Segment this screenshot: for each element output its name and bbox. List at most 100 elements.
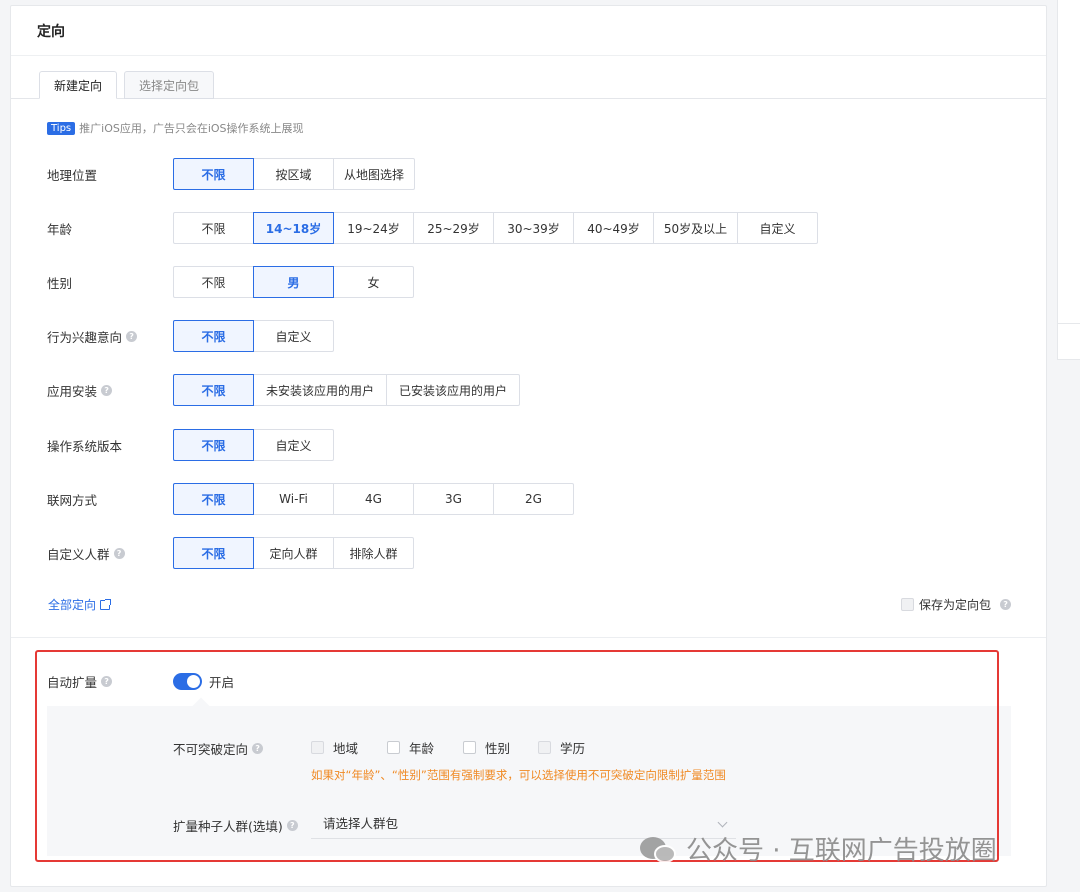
help-icon[interactable]: ? — [101, 676, 113, 687]
help-icon[interactable]: ? — [113, 547, 125, 559]
app-install-option-unlimited[interactable]: 不限 — [173, 374, 254, 406]
save-package-label: 保存为定向包 — [919, 598, 992, 612]
network-option-3g[interactable]: 3G — [413, 483, 494, 515]
geo-segment: 不限 按区域 从地图选择 — [173, 158, 415, 190]
option-label: 地域 — [333, 741, 359, 756]
wechat-icon — [640, 833, 678, 865]
tips-text: 推广iOS应用，广告只会在iOS操作系统上展现 — [79, 122, 304, 135]
checkbox[interactable] — [463, 741, 476, 754]
interest-label: 行为兴趣意向 — [47, 329, 123, 345]
auto-expand-toggle[interactable] — [173, 673, 202, 690]
app-install-option-not-installed[interactable]: 未安装该应用的用户 — [253, 374, 387, 406]
gender-option-female[interactable]: 女 — [333, 266, 414, 298]
option-label: 学历 — [560, 741, 586, 756]
save-as-package[interactable]: 保存为定向包 ? — [901, 596, 1012, 613]
row-label: 操作系统版本 — [47, 438, 123, 454]
panel-notch — [192, 697, 210, 715]
row-label: 自动扩量? — [47, 672, 173, 691]
tab-bar: 新建定向 选择定向包 — [39, 71, 215, 99]
custom-audience-option-target[interactable]: 定向人群 — [253, 537, 334, 569]
gender-option-unlimited[interactable]: 不限 — [173, 266, 254, 298]
row-label: 自定义人群? — [47, 544, 173, 563]
custom-audience-option-unlimited[interactable]: 不限 — [173, 537, 254, 569]
interest-option-unlimited[interactable]: 不限 — [173, 320, 254, 352]
help-icon[interactable]: ? — [286, 820, 298, 831]
os-version-segment: 不限 自定义 — [173, 429, 334, 461]
all-targeting-label: 全部定向 — [48, 598, 97, 612]
unbreakable-option-education[interactable]: 学历 — [538, 738, 585, 757]
watermark-text: 公众号 · 互联网广告投放圈 — [686, 836, 997, 866]
help-icon[interactable]: ? — [126, 330, 138, 342]
row-app-install: 应用安装? 不限 未安装该应用的用户 已安装该应用的用户 — [47, 374, 520, 406]
save-package-checkbox[interactable] — [901, 598, 914, 611]
row-gender: 性别 不限 男 女 — [47, 266, 414, 298]
network-option-4g[interactable]: 4G — [333, 483, 414, 515]
right-side-panel — [1057, 0, 1080, 360]
app-install-option-installed[interactable]: 已安装该应用的用户 — [386, 374, 520, 406]
help-icon[interactable]: ? — [1000, 599, 1012, 610]
os-version-option-unlimited[interactable]: 不限 — [173, 429, 254, 461]
network-option-unlimited[interactable]: 不限 — [173, 483, 254, 515]
custom-audience-segment: 不限 定向人群 排除人群 — [173, 537, 414, 569]
card-header: 定向 — [11, 6, 1046, 56]
unbreakable-option-region[interactable]: 地域 — [311, 738, 358, 757]
external-link-icon — [100, 598, 112, 610]
row-geo: 地理位置 不限 按区域 从地图选择 — [47, 158, 415, 190]
row-label: 联网方式 — [47, 492, 98, 508]
age-option-25-29[interactable]: 25~29岁 — [413, 212, 494, 244]
network-segment: 不限 Wi-Fi 4G 3G 2G — [173, 483, 574, 515]
tab-select-package[interactable]: 选择定向包 — [124, 71, 215, 99]
age-option-30-39[interactable]: 30~39岁 — [493, 212, 574, 244]
age-option-custom[interactable]: 自定义 — [737, 212, 818, 244]
age-segment: 不限 14~18岁 19~24岁 25~29岁 30~39岁 40~49岁 50… — [173, 212, 818, 244]
row-label: 性别 — [47, 275, 73, 291]
interest-option-custom[interactable]: 自定义 — [253, 320, 334, 352]
row-label: 行为兴趣意向? — [47, 327, 173, 346]
tab-new-targeting[interactable]: 新建定向 — [39, 71, 118, 99]
targeting-card: 定向 新建定向 选择定向包 Tips 推广iOS应用，广告只会在iOS操作系统上… — [10, 5, 1047, 887]
option-label: 性别 — [485, 741, 511, 756]
help-icon[interactable]: ? — [101, 384, 113, 396]
option-label: 年龄 — [409, 741, 435, 756]
unbreakable-label: 不可突破定向 — [173, 742, 249, 757]
geo-option-map[interactable]: 从地图选择 — [333, 158, 415, 190]
checkbox[interactable] — [311, 741, 324, 754]
help-icon[interactable]: ? — [252, 743, 264, 754]
row-network: 联网方式 不限 Wi-Fi 4G 3G 2G — [47, 483, 574, 515]
seed-label: 扩量种子人群(选填) — [173, 819, 283, 834]
unbreakable-warning: 如果对“年龄”、“性别”范围有强制要求，可以选择使用不可突破定向限制扩量范围 — [311, 768, 726, 782]
os-version-option-custom[interactable]: 自定义 — [253, 429, 334, 461]
interest-segment: 不限 自定义 — [173, 320, 334, 352]
row-label: 地理位置 — [47, 167, 98, 183]
right-panel-divider — [1058, 323, 1080, 324]
checkbox[interactable] — [538, 741, 551, 754]
age-option-unlimited[interactable]: 不限 — [173, 212, 254, 244]
geo-option-unlimited[interactable]: 不限 — [173, 158, 254, 190]
row-custom-audience: 自定义人群? 不限 定向人群 排除人群 — [47, 537, 414, 569]
seed-select-value: 请选择人群包 — [323, 816, 399, 831]
gender-option-male[interactable]: 男 — [253, 266, 334, 298]
row-age: 年龄 不限 14~18岁 19~24岁 25~29岁 30~39岁 40~49岁… — [47, 212, 818, 244]
unbreakable-label-wrap: 不可突破定向 ? — [173, 739, 264, 758]
custom-audience-option-exclude[interactable]: 排除人群 — [333, 537, 414, 569]
auto-expand-label: 自动扩量 — [47, 675, 98, 690]
seed-label-wrap: 扩量种子人群(选填) ? — [173, 816, 298, 835]
unbreakable-option-gender[interactable]: 性别 — [463, 738, 510, 757]
network-option-wifi[interactable]: Wi-Fi — [253, 483, 334, 515]
chevron-down-icon — [717, 817, 728, 828]
row-os-version: 操作系统版本 不限 自定义 — [47, 429, 334, 461]
section-divider — [11, 637, 1046, 638]
geo-option-region[interactable]: 按区域 — [253, 158, 334, 190]
age-option-19-24[interactable]: 19~24岁 — [333, 212, 414, 244]
card-title: 定向 — [37, 23, 65, 40]
all-targeting-link[interactable]: 全部定向 — [48, 596, 112, 613]
age-option-14-18[interactable]: 14~18岁 — [253, 212, 334, 244]
row-label: 年龄 — [47, 221, 73, 237]
auto-expand-row: 自动扩量? 开启 — [47, 672, 234, 691]
watermark: 公众号 · 互联网广告投放圈 — [640, 830, 997, 867]
checkbox[interactable] — [387, 741, 400, 754]
age-option-40-49[interactable]: 40~49岁 — [573, 212, 654, 244]
unbreakable-option-age[interactable]: 年龄 — [387, 738, 434, 757]
network-option-2g[interactable]: 2G — [493, 483, 574, 515]
age-option-50-plus[interactable]: 50岁及以上 — [653, 212, 738, 244]
